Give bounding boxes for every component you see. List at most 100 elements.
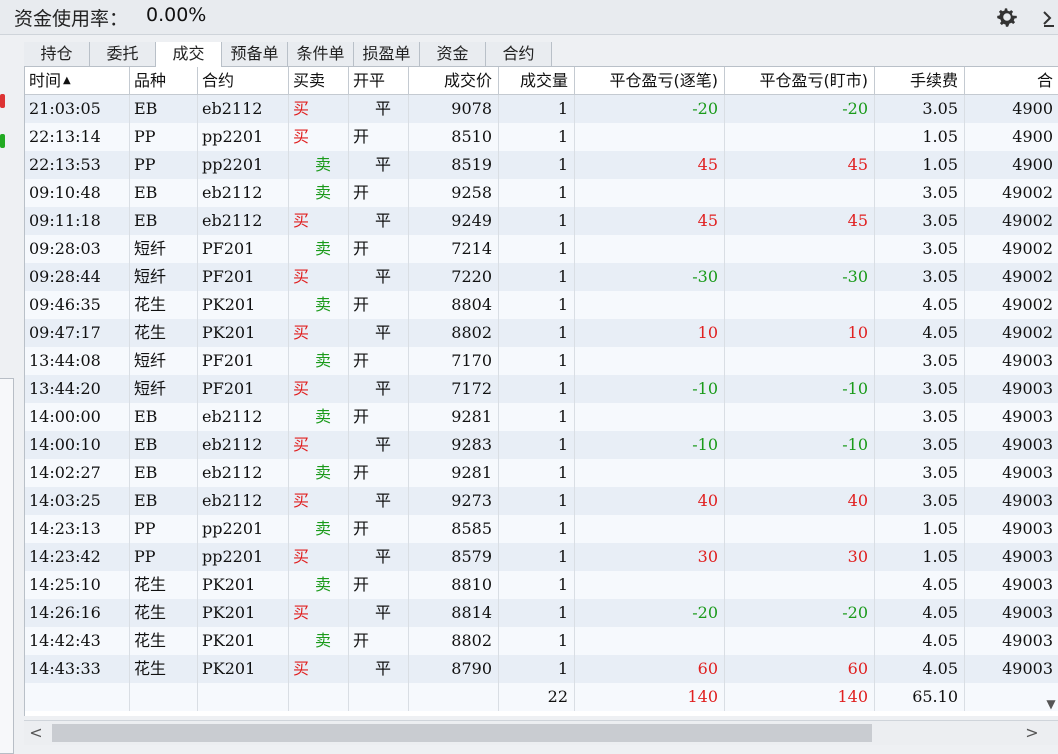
cell-offset: 开 xyxy=(349,235,409,263)
scroll-down-icon[interactable]: ▼ xyxy=(1044,694,1058,714)
cell-fee: 4.05 xyxy=(875,655,965,683)
cell-volume: 1 xyxy=(499,403,575,431)
cell-offset: 平 xyxy=(349,431,409,459)
cell-price: 8579 xyxy=(409,543,499,571)
cell-pnl-trade xyxy=(575,459,725,487)
table-row[interactable]: 14:00:00 EB eb2112 卖开 9281 1 3.05 49003 xyxy=(25,403,1058,431)
cell-offset: 平 xyxy=(349,207,409,235)
tab-trades[interactable]: 成交 xyxy=(156,42,222,67)
total-fee: 65.10 xyxy=(875,683,965,711)
cell-fee: 4.05 xyxy=(875,571,965,599)
cell-price: 8519 xyxy=(409,151,499,179)
cell-offset: 开 xyxy=(349,571,409,599)
cell-contract: eb2112 xyxy=(198,487,289,515)
cell-time: 09:28:44 xyxy=(25,263,130,291)
column-header-time[interactable]: 时间 ▲ xyxy=(25,67,130,94)
cell-extra: 49003 xyxy=(1002,435,1053,454)
tab-stop-orders[interactable]: 损盈单 xyxy=(354,42,420,66)
table-row[interactable]: 22:13:14 PP pp2201 买开 8510 1 1.05 4900 xyxy=(25,123,1058,151)
column-header-extra[interactable]: 合 xyxy=(965,67,1058,94)
tab-conditional-orders[interactable]: 条件单 xyxy=(288,42,354,66)
table-row[interactable]: 21:03:05 EB eb2112 买平 9078 1 -20 -20 3.05 4900 xyxy=(25,95,1058,123)
tab-prepared-orders[interactable]: 预备单 xyxy=(222,42,288,66)
cell-product: PP xyxy=(130,123,198,151)
column-header-contract[interactable]: 合约 xyxy=(198,67,289,94)
cell-contract: PK201 xyxy=(198,571,289,599)
gear-icon[interactable] xyxy=(994,4,1020,30)
column-header-product[interactable]: 品种 xyxy=(130,67,198,94)
table-row[interactable]: 14:25:10 花生 PK201 卖开 8810 1 4.05 49003 xyxy=(25,571,1058,599)
cell-offset: 开 xyxy=(349,291,409,319)
column-header-pnl-mark[interactable]: 平仓盈亏(盯市) xyxy=(725,67,875,94)
cell-pnl-trade xyxy=(575,403,725,431)
cell-volume: 1 xyxy=(499,487,575,515)
cell-side: 买 xyxy=(289,375,349,403)
cell-fee: 3.05 xyxy=(875,263,965,291)
cell-extra: 49003 xyxy=(1002,603,1053,622)
table-row[interactable]: 14:02:27 EB eb2112 卖开 9281 1 3.05 49003 xyxy=(25,459,1058,487)
cell-extra: 49002 xyxy=(1002,295,1053,314)
tab-orders[interactable]: 委托 xyxy=(90,42,156,66)
cell-product: EB xyxy=(130,431,198,459)
cell-extra: 49003 xyxy=(1002,379,1053,398)
cell-side: 卖 xyxy=(289,347,349,375)
cell-offset: 开 xyxy=(349,179,409,207)
cell-offset: 平 xyxy=(349,95,409,123)
cell-side: 卖 xyxy=(289,179,349,207)
table-row[interactable]: 14:03:25 EB eb2112 买平 9273 1 40 40 3.05 49003 xyxy=(25,487,1058,515)
scrollbar-thumb[interactable] xyxy=(52,724,872,742)
column-header-fee[interactable]: 手续费 xyxy=(875,67,965,94)
table-row[interactable]: 14:43:33 花生 PK201 买平 8790 1 60 60 4.05 49003 xyxy=(25,655,1058,683)
cell-product: EB xyxy=(130,179,198,207)
table-row[interactable]: 22:13:53 PP pp2201 卖平 8519 1 45 45 1.05 4900 xyxy=(25,151,1058,179)
cell-product: PP xyxy=(130,543,198,571)
table-row[interactable]: 14:42:43 花生 PK201 卖开 8802 1 4.05 49003 xyxy=(25,627,1058,655)
cell-product: 花生 xyxy=(130,599,198,627)
cell-volume: 1 xyxy=(499,599,575,627)
table-row[interactable]: 09:10:48 EB eb2112 卖开 9258 1 3.05 49002 xyxy=(25,179,1058,207)
table-row[interactable]: 09:28:03 短纤 PF201 卖开 7214 1 3.05 49002 xyxy=(25,235,1058,263)
cell-side: 卖 xyxy=(289,235,349,263)
table-row[interactable]: 14:23:42 PP pp2201 买平 8579 1 30 30 1.05 49003 xyxy=(25,543,1058,571)
table-row[interactable]: 14:26:16 花生 PK201 买平 8814 1 -20 -20 4.05 49003 xyxy=(25,599,1058,627)
table-row[interactable]: 13:44:20 短纤 PF201 买平 7172 1 -10 -10 3.05 49003 xyxy=(25,375,1058,403)
column-header-pnl-trade[interactable]: 平仓盈亏(逐笔) xyxy=(575,67,725,94)
table-row[interactable]: 09:28:44 短纤 PF201 买平 7220 1 -30 -30 3.05 49002 xyxy=(25,263,1058,291)
cell-time: 14:00:10 xyxy=(25,431,130,459)
table-row[interactable]: 14:00:10 EB eb2112 买平 9283 1 -10 -10 3.05 49003 xyxy=(25,431,1058,459)
table-row[interactable]: 13:44:08 短纤 PF201 卖开 7170 1 3.05 49003 xyxy=(25,347,1058,375)
tab-positions[interactable]: 持仓 xyxy=(24,42,90,66)
indicator-green xyxy=(0,134,5,148)
cell-extra: 49002 xyxy=(1002,323,1053,342)
cell-extra: 49003 xyxy=(1002,631,1053,650)
column-header-volume[interactable]: 成交量 xyxy=(499,67,575,94)
cell-pnl-mark xyxy=(725,347,875,375)
column-header-side[interactable]: 买卖 xyxy=(289,67,349,94)
cell-side: 买 xyxy=(289,207,349,235)
scroll-left-icon[interactable]: < xyxy=(24,721,48,745)
table-row[interactable]: 14:23:13 PP pp2201 卖开 8585 1 1.05 49003 xyxy=(25,515,1058,543)
cell-contract: PK201 xyxy=(198,627,289,655)
table-row[interactable]: 09:11:18 EB eb2112 买平 9249 1 45 45 3.05 49002 xyxy=(25,207,1058,235)
cell-side: 买 xyxy=(289,319,349,347)
cell-product: EB xyxy=(130,459,198,487)
cell-fee: 3.05 xyxy=(875,95,965,123)
scroll-right-icon[interactable]: > xyxy=(1020,721,1044,745)
cell-pnl-mark xyxy=(725,291,875,319)
cell-extra: 49003 xyxy=(1002,519,1053,538)
chevron-icon[interactable] xyxy=(1040,2,1058,32)
column-header-offset[interactable]: 开平 xyxy=(349,67,409,94)
cell-contract: eb2112 xyxy=(198,95,289,123)
cell-pnl-trade: -10 xyxy=(575,431,725,459)
table-row[interactable]: 09:46:35 花生 PK201 卖开 8804 1 4.05 49002 xyxy=(25,291,1058,319)
horizontal-scrollbar[interactable]: < > xyxy=(24,720,1058,745)
total-pnl-mark: 140 xyxy=(725,683,875,711)
table-row[interactable]: 09:47:17 花生 PK201 买平 8802 1 10 10 4.05 49002 xyxy=(25,319,1058,347)
cell-price: 8810 xyxy=(409,571,499,599)
tab-funds[interactable]: 资金 xyxy=(420,42,486,66)
column-header-price[interactable]: 成交价 xyxy=(409,67,499,94)
tab-contracts[interactable]: 合约 xyxy=(486,42,552,66)
cell-price: 9249 xyxy=(409,207,499,235)
cell-pnl-mark: -10 xyxy=(725,375,875,403)
totals-empty-cell xyxy=(409,683,499,711)
